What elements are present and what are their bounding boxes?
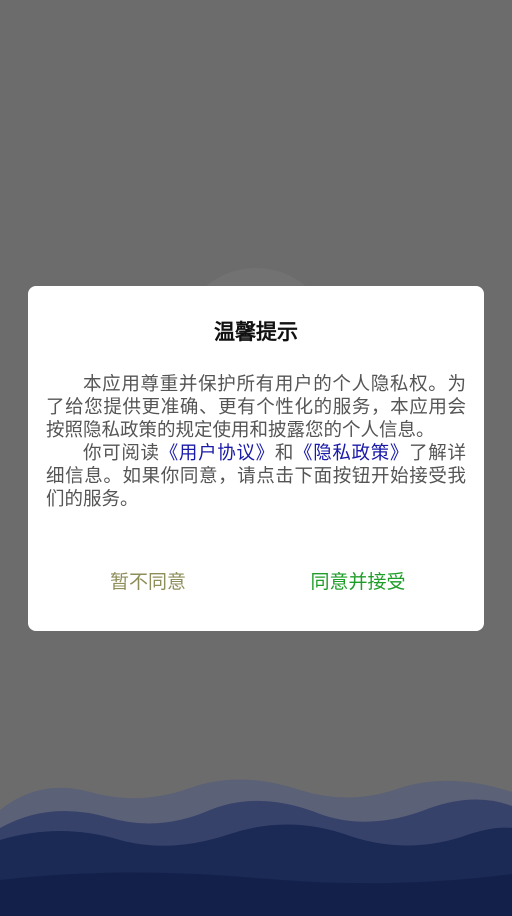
privacy-paragraph: 本应用尊重并保护所有用户的个人隐私权。为了给您提供更准确、更有个性化的服务，本应… (46, 374, 466, 441)
privacy-consent-dialog: 温馨提示 本应用尊重并保护所有用户的个人隐私权。为了给您提供更准确、更有个性化的… (28, 286, 484, 631)
accept-button[interactable]: 同意并接受 (293, 568, 423, 598)
dialog-body: 本应用尊重并保护所有用户的个人隐私权。为了给您提供更准确、更有个性化的服务，本应… (46, 373, 466, 511)
dialog-title: 温馨提示 (214, 320, 298, 344)
user-agreement-link[interactable]: 《用户协议》 (160, 443, 275, 464)
privacy-policy-link[interactable]: 《隐私政策》 (294, 443, 409, 464)
conjunction-text: 和 (274, 443, 295, 464)
background-waves (0, 779, 512, 916)
agreement-paragraph: 你可阅读《用户协议》和《隐私政策》了解详细信息。如果你同意，请点击下面按钮开始接… (46, 442, 466, 511)
agreement-prefix-text: 你可阅读 (83, 443, 160, 464)
decline-button[interactable]: 暂不同意 (88, 568, 208, 598)
